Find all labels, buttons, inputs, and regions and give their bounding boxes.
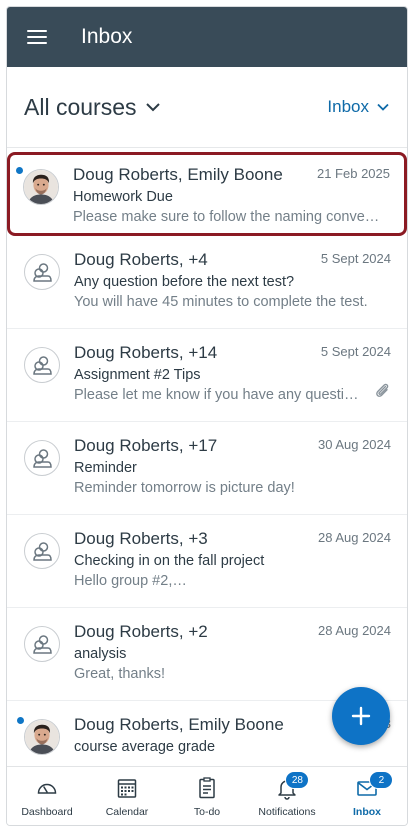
menu-button[interactable] — [7, 7, 67, 67]
avatar — [24, 719, 60, 755]
group-icon — [33, 542, 52, 561]
paperclip-icon — [376, 383, 389, 397]
avatar — [23, 169, 59, 205]
hamburger-icon — [27, 26, 47, 48]
avatar — [24, 626, 60, 662]
plus-icon — [351, 706, 371, 726]
notifications-badge: 28 — [285, 771, 310, 789]
conversation-subject: analysis — [74, 646, 127, 662]
conversation-subject: Homework Due — [73, 189, 173, 205]
group-icon — [33, 356, 52, 375]
conversation-preview: Reminder tomorrow is picture day! — [74, 480, 295, 496]
person-photo-icon — [24, 170, 58, 204]
conversation-date: 5 Sept 2024 — [320, 344, 391, 359]
conversation-row[interactable]: Doug Roberts, +17 30 Aug 2024 Reminder R… — [7, 422, 407, 515]
chevron-down-icon — [377, 103, 389, 111]
app-frame: Inbox All courses Inbox Doug Roberts, Em… — [6, 6, 408, 826]
compose-button[interactable] — [332, 687, 390, 745]
tab-notifications[interactable]: 28 Notifications — [247, 767, 327, 825]
tab-label: Inbox — [353, 806, 381, 818]
bottom-tab-bar: Dashboard Calendar To-do 28 Notification… — [7, 766, 407, 825]
conversation-preview: Hello group #2,… — [74, 573, 187, 589]
calendar-icon — [117, 779, 137, 798]
conversation-preview: Great, thanks! — [74, 666, 166, 682]
filter-bar: All courses Inbox — [7, 67, 407, 148]
group-icon — [33, 635, 52, 654]
course-filter-label: All courses — [24, 93, 137, 120]
conversation-preview: You will have 45 minutes to complete the… — [74, 294, 368, 310]
unread-indicator — [16, 167, 23, 174]
tab-calendar[interactable]: Calendar — [87, 767, 167, 825]
page-title: Inbox — [81, 25, 133, 48]
conversation-preview: Please make sure to follow the naming co… — [73, 209, 388, 225]
tab-label: Calendar — [105, 806, 149, 818]
conversation-row[interactable]: Doug Roberts, +3 28 Aug 2024 Checking in… — [7, 515, 407, 608]
avatar — [24, 254, 60, 290]
top-app-bar: Inbox — [7, 7, 407, 67]
person-photo-icon — [25, 720, 59, 754]
dashboard-icon — [37, 783, 57, 794]
conversation-date: 28 Aug 2024 — [317, 530, 391, 545]
conversation-date: 5 Sept 2024 — [320, 251, 391, 266]
scope-filter-label: Inbox — [327, 97, 369, 116]
group-icon — [33, 449, 52, 468]
tab-inbox[interactable]: 2 Inbox — [327, 767, 407, 825]
avatar — [24, 440, 60, 476]
avatar — [24, 347, 60, 383]
conversation-subject: course average grade — [74, 739, 216, 755]
conversation-preview: Please let me know if you have any quest… — [74, 387, 359, 403]
scope-filter-dropdown[interactable]: Inbox — [327, 97, 389, 117]
conversation-subject: Any question before the next test? — [74, 274, 295, 290]
chevron-down-icon — [146, 103, 161, 112]
conversation-subject: Reminder — [74, 460, 137, 476]
todo-icon — [199, 777, 215, 799]
conversation-subject: Checking in on the fall project — [74, 553, 265, 569]
conversation-row-selected[interactable]: Doug Roberts, Emily Boone 21 Feb 2025 Ho… — [7, 152, 407, 236]
group-icon — [33, 263, 52, 282]
conversation-row[interactable]: Doug Roberts, +4 5 Sept 2024 Any questio… — [7, 236, 407, 329]
conversation-row[interactable]: Doug Roberts, +14 5 Sept 2024 Assignment… — [7, 329, 407, 422]
inbox-badge: 2 — [369, 771, 394, 789]
avatar — [24, 533, 60, 569]
conversation-date: 30 Aug 2024 — [317, 437, 391, 452]
unread-indicator — [17, 717, 24, 724]
conversation-date: 28 Aug 2024 — [317, 623, 391, 638]
tab-todo[interactable]: To-do — [167, 767, 247, 825]
course-filter-dropdown[interactable]: All courses — [24, 93, 161, 121]
conversation-date: 21 Feb 2025 — [316, 166, 390, 181]
tab-dashboard[interactable]: Dashboard — [7, 767, 87, 825]
tab-label: Dashboard — [21, 806, 73, 818]
tab-label: To-do — [193, 806, 221, 818]
conversation-row[interactable]: Doug Roberts, +2 28 Aug 2024 analysis Gr… — [7, 608, 407, 701]
conversation-subject: Assignment #2 Tips — [74, 367, 201, 383]
tab-label: Notifications — [258, 806, 316, 818]
